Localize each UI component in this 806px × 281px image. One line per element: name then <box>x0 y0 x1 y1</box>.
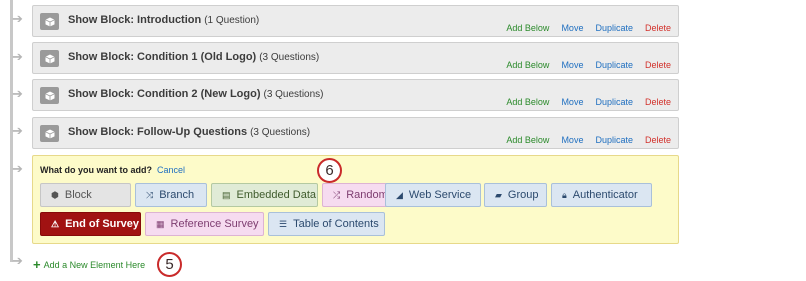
block-title-text: Show Block: Condition 2 (New Logo) <box>68 88 261 100</box>
flow-arrow-icon: ➔ <box>12 253 23 268</box>
cancel-link[interactable]: Cancel <box>157 165 185 175</box>
add-reference-survey-button[interactable]: ▦ Reference Survey <box>145 212 264 236</box>
flow-block-condition-2[interactable]: Show Block: Condition 2 (New Logo) (3 Que… <box>32 79 679 111</box>
duplicate-link[interactable]: Duplicate <box>595 60 633 70</box>
add-element-question: What do you want to add? <box>40 165 152 175</box>
branch-icon: ⤨ <box>146 189 154 200</box>
callout-marker-add-new: 5 <box>157 252 182 277</box>
cube-icon: ⬢ <box>51 189 59 200</box>
cube-icon <box>40 87 59 104</box>
cube-icon <box>40 13 59 30</box>
plus-icon: + <box>33 257 41 272</box>
flow-block-follow-up[interactable]: Show Block: Follow-Up Questions (3 Questi… <box>32 117 679 149</box>
duplicate-link[interactable]: Duplicate <box>595 97 633 107</box>
add-group-button[interactable]: ▰ Group <box>484 183 547 207</box>
add-block-button[interactable]: ⬢ Block <box>40 183 131 207</box>
add-embedded-data-label: Embedded Data <box>236 189 317 201</box>
add-below-link[interactable]: Add Below <box>506 23 549 33</box>
signal-icon: ◢ <box>396 189 403 200</box>
lock-icon: 🔒︎ <box>562 189 567 200</box>
delete-link[interactable]: Delete <box>645 135 671 145</box>
block-actions: Add Below Move Duplicate Delete <box>494 135 671 145</box>
add-new-element-link[interactable]: + Add a New Element Here <box>33 257 145 272</box>
add-web-service-label: Web Service <box>408 189 472 201</box>
move-link[interactable]: Move <box>561 135 583 145</box>
move-link[interactable]: Move <box>561 97 583 107</box>
block-title-text: Show Block: Introduction <box>68 14 202 26</box>
delete-link[interactable]: Delete <box>645 23 671 33</box>
block-question-count: (3 Questions) <box>250 127 311 138</box>
block-actions: Add Below Move Duplicate Delete <box>494 97 671 107</box>
add-block-label: Block <box>64 189 92 201</box>
block-title: Show Block: Condition 2 (New Logo) (3 Que… <box>68 88 324 100</box>
delete-link[interactable]: Delete <box>645 60 671 70</box>
warning-icon: ⚠ <box>51 218 60 229</box>
duplicate-link[interactable]: Duplicate <box>595 23 633 33</box>
cube-icon <box>40 125 59 142</box>
add-web-service-button[interactable]: ◢ Web Service <box>385 183 481 207</box>
delete-link[interactable]: Delete <box>645 97 671 107</box>
add-embedded-data-button[interactable]: ▤ Embedded Data <box>211 183 318 207</box>
add-end-of-survey-button[interactable]: ⚠ End of Survey <box>40 212 141 236</box>
flow-block-condition-1[interactable]: Show Block: Condition 1 (Old Logo) (3 Que… <box>32 42 679 74</box>
add-element-panel: What do you want to add? Cancel ⬢ Block ⤨ B… <box>32 155 679 244</box>
add-table-of-contents-label: Table of Contents <box>293 218 379 230</box>
add-element-header: What do you want to add? Cancel <box>40 165 185 175</box>
duplicate-link[interactable]: Duplicate <box>595 135 633 145</box>
toc-icon: ☰ <box>279 218 288 229</box>
block-question-count: (3 Questions) <box>259 52 320 63</box>
block-title-text: Show Block: Follow-Up Questions <box>68 126 248 138</box>
block-question-count: (3 Questions) <box>263 89 324 100</box>
block-title: Show Block: Follow-Up Questions (3 Questi… <box>68 126 310 138</box>
block-title: Show Block: Condition 1 (Old Logo) (3 Que… <box>68 51 319 63</box>
add-reference-survey-label: Reference Survey <box>170 218 259 230</box>
flow-arrow-icon: ➔ <box>12 49 23 64</box>
block-title-text: Show Block: Condition 1 (Old Logo) <box>68 51 257 63</box>
flow-arrow-icon: ➔ <box>12 11 23 26</box>
add-new-element-label: Add a New Element Here <box>43 260 146 270</box>
add-branch-button[interactable]: ⤨ Branch <box>135 183 207 207</box>
move-link[interactable]: Move <box>561 60 583 70</box>
add-authenticator-label: Authenticator <box>572 189 638 201</box>
block-actions: Add Below Move Duplicate Delete <box>494 23 671 33</box>
add-group-label: Group <box>507 189 539 201</box>
cube-icon <box>40 50 59 67</box>
add-below-link[interactable]: Add Below <box>506 60 549 70</box>
shuffle-icon: ⤮ <box>333 189 341 200</box>
folder-icon: ▰ <box>495 189 502 200</box>
add-end-of-survey-label: End of Survey <box>65 218 140 230</box>
block-actions: Add Below Move Duplicate Delete <box>494 60 671 70</box>
block-title: Show Block: Introduction (1 Question) <box>68 14 259 26</box>
add-below-link[interactable]: Add Below <box>506 135 549 145</box>
callout-marker-randomizer: 6 <box>317 158 342 183</box>
add-table-of-contents-button[interactable]: ☰ Table of Contents <box>268 212 385 236</box>
add-below-link[interactable]: Add Below <box>506 97 549 107</box>
flow-arrow-icon: ➔ <box>12 123 23 138</box>
add-branch-label: Branch <box>159 189 195 201</box>
move-link[interactable]: Move <box>561 23 583 33</box>
flow-arrow-icon: ➔ <box>12 86 23 101</box>
block-question-count: (1 Question) <box>204 15 260 26</box>
flow-arrow-icon: ➔ <box>12 161 23 176</box>
flow-block-introduction[interactable]: Show Block: Introduction (1 Question) Add… <box>32 5 679 37</box>
embedded-data-icon: ▤ <box>222 189 231 200</box>
add-authenticator-button[interactable]: 🔒︎ Authenticator <box>551 183 652 207</box>
document-icon: ▦ <box>156 218 165 229</box>
